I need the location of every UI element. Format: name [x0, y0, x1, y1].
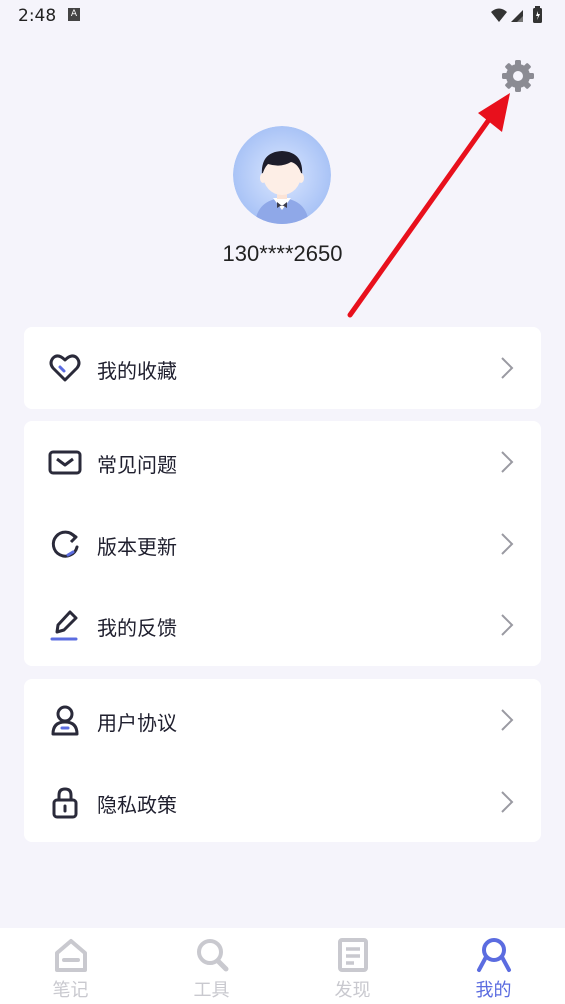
- signal-icon: [511, 10, 523, 22]
- refresh-icon: [48, 527, 82, 561]
- menu-label: 版本更新: [97, 535, 177, 559]
- phone-number: 130****2650: [222, 241, 343, 266]
- menu-item-user-agreement[interactable]: 用户协议: [24, 679, 541, 759]
- menu-item-version-update[interactable]: 版本更新: [24, 503, 541, 583]
- status-time: 2:48: [18, 6, 57, 26]
- chevron-right-icon: [499, 356, 515, 380]
- tab-label: 工具: [193, 980, 230, 1001]
- menu-item-feedback[interactable]: 我的反馈: [24, 584, 541, 664]
- chevron-right-icon: [499, 708, 515, 732]
- chevron-right-icon: [499, 450, 515, 474]
- home-icon: [52, 936, 90, 974]
- gear-icon: [502, 60, 534, 92]
- menu-label: 隐私政策: [97, 793, 177, 817]
- heart-icon: [48, 351, 82, 385]
- tab-label: 发现: [334, 980, 371, 1001]
- mail-icon: [48, 445, 82, 479]
- help-card: 常见问题 版本更新 我的反馈: [24, 421, 541, 666]
- user-icon: [48, 703, 82, 737]
- tab-notes[interactable]: 笔记: [0, 928, 141, 1004]
- tab-mine[interactable]: 我的: [423, 928, 564, 1004]
- tab-label: 我的: [475, 980, 512, 1001]
- tab-label: 笔记: [52, 980, 89, 1001]
- lock-icon: [48, 785, 82, 819]
- chevron-right-icon: [499, 613, 515, 637]
- menu-item-faq[interactable]: 常见问题: [24, 421, 541, 501]
- tab-tools[interactable]: 工具: [141, 928, 282, 1004]
- status-icons: [489, 6, 549, 30]
- battery-icon: [533, 6, 542, 23]
- favorites-card: 我的收藏: [24, 327, 541, 409]
- chevron-right-icon: [499, 790, 515, 814]
- profile-icon: [475, 936, 513, 974]
- menu-item-privacy-policy[interactable]: 隐私政策: [24, 761, 541, 841]
- notification-icon: A: [68, 8, 80, 21]
- chevron-right-icon: [499, 532, 515, 556]
- menu-item-favorites[interactable]: 我的收藏: [24, 327, 541, 407]
- menu-label: 我的反馈: [97, 616, 177, 640]
- search-icon: [193, 936, 231, 974]
- status-bar: 2:48 A: [0, 0, 565, 34]
- pen-icon: [48, 608, 82, 642]
- document-icon: [334, 936, 372, 974]
- bottom-tab-bar: 笔记 工具 发现 我的: [0, 928, 565, 1004]
- menu-label: 我的收藏: [97, 359, 177, 383]
- tab-discover[interactable]: 发现: [282, 928, 423, 1004]
- avatar[interactable]: [233, 126, 331, 224]
- wifi-icon: [491, 8, 507, 22]
- menu-label: 常见问题: [97, 453, 177, 477]
- settings-button[interactable]: [499, 57, 537, 95]
- legal-card: 用户协议 隐私政策: [24, 679, 541, 842]
- menu-label: 用户协议: [97, 711, 177, 735]
